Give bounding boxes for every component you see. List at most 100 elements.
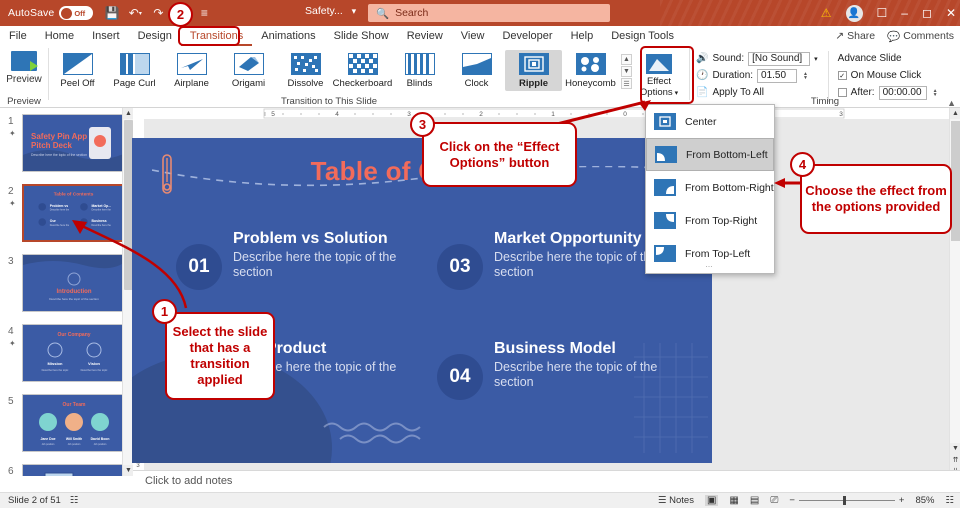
thumbnail-row-5[interactable]: 5 Our Team Jane Doe Will Smith David Boon … (0, 394, 133, 456)
tab-file[interactable]: File (0, 26, 36, 46)
transition-clock[interactable]: Clock (448, 50, 505, 91)
checkerboard-icon (347, 53, 378, 75)
tab-view[interactable]: View (452, 26, 494, 46)
duration-spinner[interactable]: ▲ ▼ (803, 71, 811, 80)
tab-home[interactable]: Home (36, 26, 83, 46)
slide-sorter-view-button[interactable]: ▦ (729, 495, 738, 506)
horizontal-ruler[interactable]: 543 210 123 (133, 108, 949, 119)
effect-option-center[interactable]: Center (646, 105, 774, 138)
thumbnail-slide-5[interactable]: Our Team Jane Doe Will Smith David Boon Jo… (22, 394, 125, 452)
zoom-track[interactable] (798, 496, 895, 505)
customize-qat-icon[interactable]: ≡ (197, 6, 211, 20)
effect-option-from-bottom-right[interactable]: From Bottom-Right (646, 171, 774, 204)
on-mouse-click-row[interactable]: ✓ On Mouse Click (837, 68, 941, 83)
zoom-level[interactable]: 85% (915, 495, 934, 506)
transition-origami[interactable]: Origami (220, 50, 277, 91)
fit-to-window-icon[interactable]: ☷ (945, 495, 954, 506)
svg-text:Job position: Job position (42, 443, 55, 446)
ribbon-display-options-icon[interactable]: ☐ (877, 6, 888, 20)
redo-icon[interactable]: ↷ (151, 6, 165, 20)
duration-row[interactable]: 🕐 Duration: 01.50 ▲ ▼ (696, 68, 818, 83)
preview-button[interactable]: Preview (0, 46, 48, 85)
transition-star-icon-4: ✦ (9, 339, 16, 348)
effect-options-dropdown[interactable]: Center From Bottom-Left From Bottom-Righ… (645, 104, 775, 274)
thumbnail-number-1: 1 (8, 116, 14, 127)
zoom-handle[interactable] (842, 496, 846, 505)
thumbnail-slide-6[interactable] (22, 464, 125, 476)
thumbnail-row-1[interactable]: 1 ✦ Safety Pin App Pitch Deck Describe h… (0, 114, 133, 176)
toc-item-01[interactable]: 01 Problem vs Solution Describe here the… (176, 230, 406, 290)
thumbnails-scroll-up[interactable]: ▲ (123, 108, 133, 119)
search-box[interactable]: 🔍 Search (368, 4, 610, 22)
zoom-out-button[interactable]: − (789, 495, 795, 506)
duration-input[interactable]: 01.50 (757, 68, 798, 83)
transition-dissolve[interactable]: Dissolve (277, 50, 334, 91)
normal-view-button[interactable]: ▣ (704, 495, 719, 506)
gallery-more-button[interactable]: ☰ (621, 78, 632, 89)
thumbnail-slide-4[interactable]: Our Company Mission Vision Describe here… (22, 324, 125, 382)
restore-button[interactable]: ◻ (922, 6, 932, 20)
tab-developer[interactable]: Developer (493, 26, 561, 46)
transition-peel-off[interactable]: Peel Off (49, 50, 106, 91)
slide-show-button[interactable]: ⎚ (770, 495, 778, 506)
autosave-toggle-knob (61, 7, 73, 19)
transition-airplane[interactable]: Airplane (163, 50, 220, 91)
transition-blinds[interactable]: Blinds (391, 50, 448, 91)
autosave-toggle[interactable]: Off (59, 6, 94, 20)
notes-button[interactable]: ☰ Notes (658, 495, 694, 506)
effect-option-from-bottom-left[interactable]: From Bottom-Left (646, 138, 774, 171)
document-menu-icon[interactable]: ▾ (352, 6, 357, 16)
thumbnail-slide-1[interactable]: Safety Pin App Pitch Deck Describe here … (22, 114, 125, 172)
effect-option-from-top-right[interactable]: From Top-Right (646, 204, 774, 237)
collapse-ribbon-icon[interactable]: ▲ (947, 98, 956, 108)
accessibility-icon[interactable]: ☷ (70, 495, 79, 506)
transition-honeycomb[interactable]: Honeycomb (562, 50, 619, 91)
effect-option-from-top-right-label: From Top-Right (685, 214, 758, 227)
slide-pane-scrollbar[interactable]: ▲ ▼ ⇈ ⇊ (949, 108, 960, 476)
slide-scroll-thumb[interactable] (951, 121, 960, 241)
share-button[interactable]: ↗ Share (835, 30, 875, 42)
slide-scroll-down[interactable]: ▼ (950, 443, 960, 454)
save-icon[interactable]: 💾 (105, 6, 120, 20)
reading-view-button[interactable]: ▤ (750, 495, 759, 506)
gallery-scroll-down[interactable]: ▼ (621, 66, 632, 77)
avatar[interactable]: 👤 (845, 4, 863, 22)
comments-button[interactable]: 💬 Comments (887, 30, 954, 43)
tab-design[interactable]: Design (129, 26, 181, 46)
menu-grip-icon[interactable]: ⋯ (646, 263, 774, 271)
warning-icon[interactable]: ⚠ (821, 6, 832, 20)
undo-icon[interactable]: ↶ ▾ (128, 6, 142, 20)
transition-checkerboard[interactable]: Checkerboard (333, 50, 392, 91)
document-name[interactable]: Safety... ▾ (305, 5, 356, 17)
previous-slide-button[interactable]: ⇈ (950, 454, 960, 465)
transition-ripple[interactable]: Ripple (505, 50, 562, 91)
notes-pane[interactable]: Click to add notes (133, 470, 960, 492)
tab-slide-show[interactable]: Slide Show (325, 26, 398, 46)
tab-help[interactable]: Help (562, 26, 603, 46)
tab-review[interactable]: Review (398, 26, 452, 46)
on-mouse-click-checkbox[interactable]: ✓ (837, 71, 847, 80)
sound-row[interactable]: 🔊 Sound: [No Sound] ▾ (696, 51, 818, 66)
transition-page-curl[interactable]: Page Curl (106, 50, 163, 91)
autosave-control[interactable]: AutoSave Off (8, 6, 94, 20)
tab-animations[interactable]: Animations (252, 26, 324, 46)
thumbnail-number-3: 3 (8, 256, 14, 267)
zoom-in-button[interactable]: + (899, 495, 905, 506)
tab-insert[interactable]: Insert (83, 26, 129, 46)
svg-text:Our Team: Our Team (63, 402, 87, 408)
toc-item-03[interactable]: 03 Market Opportunity Describe here the … (437, 230, 677, 290)
tab-design-tools[interactable]: Design Tools (602, 26, 683, 46)
zoom-slider[interactable]: − + (789, 495, 904, 506)
toc-item-04[interactable]: 04 Business Model Describe here the topi… (437, 340, 677, 400)
sound-dropdown[interactable]: [No Sound] (748, 51, 811, 66)
sound-chevron-icon[interactable]: ▾ (814, 55, 818, 63)
minimize-button[interactable]: – (901, 6, 908, 20)
gallery-scroll-controls: ▲ ▼ ☰ (621, 50, 632, 89)
thumbnails-scroll-down[interactable]: ▼ (123, 465, 133, 476)
thumbnail-row-6[interactable]: 6 (0, 464, 133, 476)
gallery-scroll-up[interactable]: ▲ (621, 54, 632, 65)
slide-canvas[interactable]: Table of Contents 01 Problem vs Solution… (132, 138, 712, 463)
close-button[interactable]: ✕ (946, 6, 956, 20)
slide-scroll-up[interactable]: ▲ (950, 108, 960, 119)
thumbnail-row-4[interactable]: 4 ✦ Our Company Mission Vision Describe … (0, 324, 133, 386)
